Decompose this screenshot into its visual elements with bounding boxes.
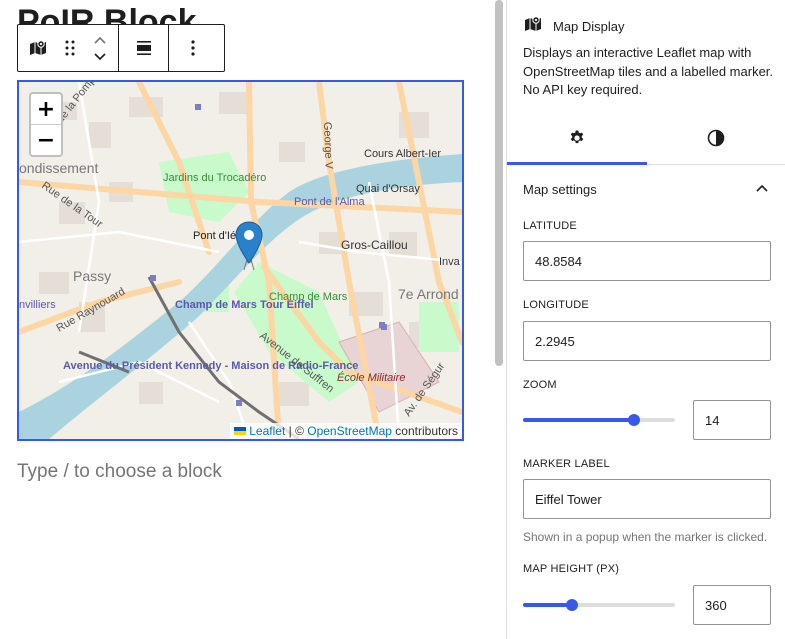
map-tiles[interactable]: Rue de la Pompe ondissement Rue de la To… — [19, 82, 462, 439]
align-icon[interactable] — [129, 25, 159, 71]
zoom-slider-thumb[interactable] — [627, 414, 640, 426]
map-label: Inva — [439, 256, 461, 268]
zoom-slider[interactable] — [523, 409, 675, 429]
map-label: nvilliers — [19, 299, 56, 311]
leaflet-link[interactable]: Leaflet — [249, 424, 285, 438]
marker-help-text: Shown in a popup when the marker is clic… — [523, 530, 768, 544]
chevron-up-icon — [755, 180, 769, 198]
map-label: Quai d'Orsay — [356, 183, 420, 195]
map-label: Champ de Mars — [269, 291, 348, 303]
longitude-label: LONGITUDE — [523, 299, 589, 311]
map-label: École Militaire — [337, 371, 405, 384]
map-label: ondissement — [19, 160, 98, 176]
zoom-label: ZOOM — [523, 379, 557, 391]
latitude-field[interactable]: 48.8584 — [523, 241, 771, 281]
gear-icon — [568, 129, 586, 152]
block-description: Displays an interactive Leaflet map with… — [523, 45, 774, 97]
map-label: Passy — [73, 268, 111, 284]
block-switcher-group — [18, 25, 119, 71]
map-icon — [523, 14, 543, 39]
map-icon[interactable] — [18, 25, 58, 71]
map-block[interactable]: Rue de la Pompe ondissement Rue de la To… — [17, 80, 464, 441]
map-label: 7e Arrond — [398, 286, 459, 302]
zoom-control: + − — [29, 92, 63, 157]
options-group — [169, 25, 217, 71]
map-label: Cours Albert-Ier — [364, 148, 441, 160]
more-vertical-icon[interactable] — [178, 25, 208, 71]
map-label: Jardins du Trocadéro — [163, 172, 266, 184]
map-label: George V — [321, 122, 335, 170]
half-circle-icon — [707, 129, 725, 152]
chevron-up-icon[interactable] — [93, 32, 107, 48]
block-toolbar — [17, 24, 225, 72]
editor-canvas: PoIR Block Rue de la Pompe ondissement R… — [0, 0, 506, 639]
map-attribution: Leaflet | © OpenStreetMap contributors — [230, 423, 462, 439]
attribution-separator: | © — [285, 424, 308, 438]
ukraine-flag-icon — [234, 426, 247, 435]
attribution-suffix: contributors — [391, 424, 458, 438]
align-group — [119, 25, 169, 71]
editor-scrollbar[interactable] — [495, 0, 503, 366]
zoom-out-button[interactable]: − — [31, 124, 61, 155]
map-height-label: MAP HEIGHT (PX) — [523, 563, 620, 575]
block-inspector: Map Display Displays an interactive Leaf… — [506, 0, 785, 639]
marker-label-label: MARKER LABEL — [523, 458, 610, 470]
map-height-slider-thumb[interactable] — [565, 599, 578, 611]
zoom-in-button[interactable]: + — [31, 94, 61, 124]
block-appender[interactable]: Type / to choose a block — [17, 461, 222, 483]
panel-toggle[interactable]: Map settings — [523, 174, 769, 204]
map-height-slider-fill — [523, 603, 572, 607]
tab-styles[interactable] — [647, 117, 785, 164]
block-card-header: Map Display — [523, 14, 775, 38]
chevron-down-icon[interactable] — [93, 48, 107, 64]
marker-label-field[interactable]: Eiffel Tower — [523, 479, 771, 519]
block-title: Map Display — [553, 18, 625, 34]
zoom-number-input[interactable]: 14 — [693, 400, 771, 440]
tab-settings[interactable] — [507, 117, 647, 165]
osm-link[interactable]: OpenStreetMap — [307, 424, 392, 438]
inspector-tabs — [507, 117, 785, 165]
block-movers — [82, 25, 118, 71]
map-height-number-input[interactable]: 360 — [693, 585, 771, 625]
map-height-slider[interactable] — [523, 594, 675, 614]
zoom-slider-fill — [523, 418, 634, 422]
latitude-label: LATITUDE — [523, 220, 577, 232]
drag-handle-icon[interactable] — [58, 25, 82, 71]
block-card: Map Display Displays an interactive Leaf… — [523, 14, 775, 100]
map-label: Gros-Caillou — [341, 238, 408, 252]
map-label: Pont de l'Alma — [294, 196, 365, 208]
longitude-field[interactable]: 2.2945 — [523, 321, 771, 361]
panel-title: Map settings — [523, 181, 597, 197]
